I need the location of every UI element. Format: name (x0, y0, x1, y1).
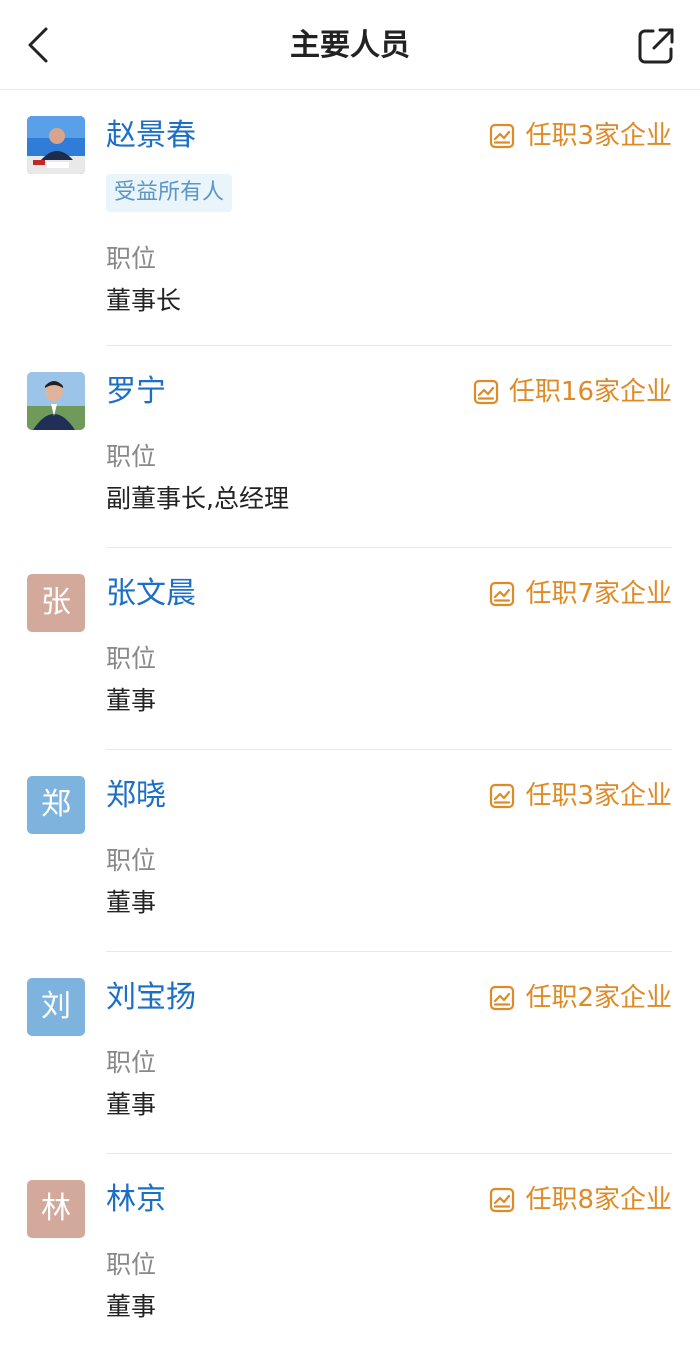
roles-text: 任职3家企业 (525, 781, 672, 811)
chart-trend-icon (490, 581, 515, 607)
position-label: 职位 (106, 442, 157, 471)
person-item[interactable]: 张 张文晨 任职7家企业 职位 董事 (0, 548, 700, 750)
person-name[interactable]: 林京 (106, 1180, 166, 1220)
position-label: 职位 (106, 244, 157, 273)
avatar[interactable]: 张 (27, 574, 85, 632)
person-name[interactable]: 刘宝扬 (106, 978, 196, 1018)
roles-text: 任职7家企业 (525, 579, 672, 609)
position-value: 董事 (106, 888, 157, 917)
person-name[interactable]: 张文晨 (106, 574, 196, 614)
position-value: 副董事长,总经理 (106, 484, 289, 513)
share-button[interactable] (634, 24, 678, 68)
position-label: 职位 (106, 846, 157, 875)
roles-text: 任职2家企业 (525, 983, 672, 1013)
person-item[interactable]: 郑 郑晓 任职3家企业 职位 董事 (0, 750, 700, 952)
person-item[interactable]: 赵景春 任职3家企业 受益所有人 职位 董事长 (0, 90, 700, 346)
page-title: 主要人员 (290, 28, 410, 63)
roles-text: 任职16家企业 (508, 377, 672, 407)
person-photo-icon (27, 116, 85, 174)
chart-trend-icon (490, 123, 515, 149)
person-photo-icon (27, 372, 85, 430)
person-name[interactable]: 郑晓 (106, 776, 166, 816)
person-name[interactable]: 赵景春 (106, 116, 196, 156)
roles-text: 任职3家企业 (525, 121, 672, 151)
roles-link[interactable]: 任职16家企业 (473, 374, 672, 410)
position-label: 职位 (106, 644, 157, 673)
chart-trend-icon (490, 985, 515, 1011)
position-value: 董事长 (106, 286, 182, 315)
chart-trend-icon (473, 379, 499, 405)
position-label: 职位 (106, 1048, 157, 1077)
chart-trend-icon (490, 1187, 515, 1213)
roles-link[interactable]: 任职2家企业 (489, 980, 672, 1016)
roles-text: 任职8家企业 (525, 1185, 672, 1215)
roles-link[interactable]: 任职7家企业 (489, 576, 672, 612)
avatar[interactable]: 郑 (27, 776, 85, 834)
roles-link[interactable]: 任职8家企业 (489, 1182, 672, 1218)
top-navigation-bar: 主要人员 (0, 0, 700, 90)
person-item[interactable]: 林 林京 任职8家企业 职位 董事 (0, 1154, 700, 1356)
chart-trend-icon (490, 783, 515, 809)
person-item[interactable]: 刘 刘宝扬 任职2家企业 职位 董事 (0, 952, 700, 1154)
avatar[interactable]: 刘 (27, 978, 85, 1036)
roles-link[interactable]: 任职3家企业 (489, 118, 672, 154)
avatar-photo[interactable] (27, 116, 85, 174)
avatar-photo[interactable] (27, 372, 85, 430)
key-personnel-list: 赵景春 任职3家企业 受益所有人 职位 董事长 罗宁 任职16家企业 职位 副董… (0, 90, 700, 1356)
person-name[interactable]: 罗宁 (106, 372, 166, 412)
beneficial-owner-tag: 受益所有人 (106, 174, 233, 212)
share-external-icon (638, 28, 674, 64)
roles-link[interactable]: 任职3家企业 (489, 778, 672, 814)
position-value: 董事 (106, 1090, 157, 1119)
position-value: 董事 (106, 686, 157, 715)
avatar[interactable]: 林 (27, 1180, 85, 1238)
position-label: 职位 (106, 1250, 157, 1279)
position-value: 董事 (106, 1292, 157, 1321)
person-item[interactable]: 罗宁 任职16家企业 职位 副董事长,总经理 (0, 346, 700, 548)
